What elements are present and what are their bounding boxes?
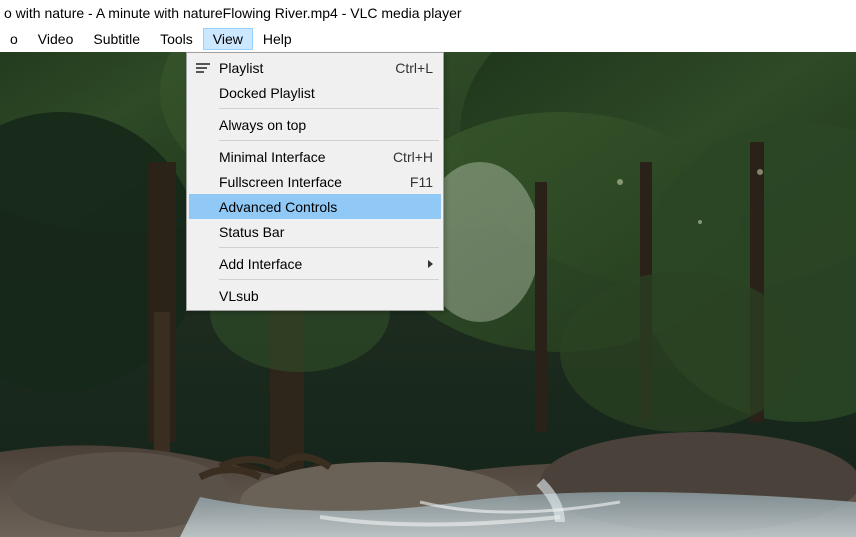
menu-item-vlsub[interactable]: VLsub	[189, 283, 441, 308]
title-bar: o with nature - A minute with natureFlow…	[0, 0, 856, 26]
menu-item-docked-playlist[interactable]: Docked Playlist	[189, 80, 441, 105]
menu-item-fullscreen-interface[interactable]: Fullscreen Interface F11	[189, 169, 441, 194]
menu-item-label: Playlist	[219, 60, 375, 76]
menu-item-shortcut: Ctrl+L	[395, 60, 433, 76]
menu-item-shortcut: Ctrl+H	[393, 149, 433, 165]
playlist-icon	[195, 60, 211, 76]
chevron-right-icon	[428, 260, 433, 268]
menu-item-label: Advanced Controls	[219, 199, 433, 215]
menu-item-o[interactable]: o	[0, 28, 28, 50]
menu-item-advanced-controls[interactable]: Advanced Controls	[189, 194, 441, 219]
menu-item-label: Add Interface	[219, 256, 433, 272]
menu-item-view[interactable]: View	[203, 28, 253, 50]
menu-separator	[219, 108, 439, 109]
window-title: o with nature - A minute with natureFlow…	[4, 5, 462, 21]
menu-item-label: Minimal Interface	[219, 149, 373, 165]
menu-bar: oVideoSubtitleToolsViewHelp	[0, 26, 856, 52]
menu-separator	[219, 140, 439, 141]
menu-item-label: Fullscreen Interface	[219, 174, 390, 190]
menu-item-playlist[interactable]: Playlist Ctrl+L	[189, 55, 441, 80]
menu-item-label: VLsub	[219, 288, 433, 304]
menu-item-always-on-top[interactable]: Always on top	[189, 112, 441, 137]
menu-item-label: Always on top	[219, 117, 433, 133]
menu-item-shortcut: F11	[410, 174, 433, 190]
menu-item-help[interactable]: Help	[253, 28, 302, 50]
menu-item-video[interactable]: Video	[28, 28, 84, 50]
menu-separator	[219, 279, 439, 280]
menu-item-add-interface[interactable]: Add Interface	[189, 251, 441, 276]
menu-item-subtitle[interactable]: Subtitle	[83, 28, 150, 50]
menu-item-tools[interactable]: Tools	[150, 28, 203, 50]
menu-item-minimal-interface[interactable]: Minimal Interface Ctrl+H	[189, 144, 441, 169]
menu-item-status-bar[interactable]: Status Bar	[189, 219, 441, 244]
menu-item-label: Docked Playlist	[219, 85, 433, 101]
menu-item-label: Status Bar	[219, 224, 433, 240]
menu-separator	[219, 247, 439, 248]
view-menu-dropdown: Playlist Ctrl+L Docked Playlist Always on t…	[186, 52, 444, 311]
